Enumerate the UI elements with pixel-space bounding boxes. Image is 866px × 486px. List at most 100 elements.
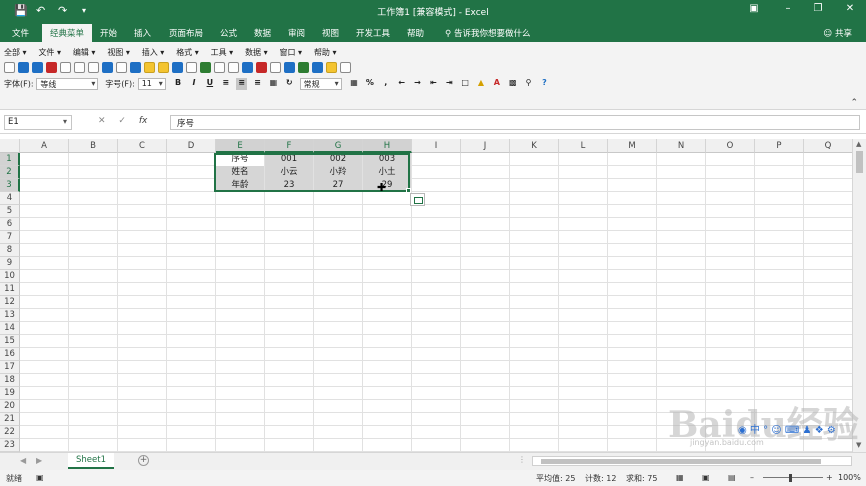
font-name-select[interactable]: 等线 [36,78,99,90]
new-file-icon[interactable] [4,62,15,73]
row-header-18[interactable]: 18 [0,374,20,387]
tell-me-search[interactable]: ⚲ 告诉我你想要做什么 [445,27,530,39]
ime-punctuation-icon[interactable]: ° [763,425,768,436]
menu-format[interactable]: 格式 ▾ [176,48,199,57]
column-header-i[interactable]: I [412,139,461,153]
next-sheet-icon[interactable]: ▶ [36,456,42,465]
function-icon[interactable] [228,62,239,73]
cut-icon[interactable] [116,62,127,73]
horizontal-scrollbar[interactable] [532,456,852,466]
underline-button[interactable]: U [204,78,215,90]
ime-chinese-mode[interactable]: 中 [750,425,760,436]
menu-edit[interactable]: 编辑 ▾ [73,48,96,57]
row-header-17[interactable]: 17 [0,361,20,374]
redo-toolbar-icon[interactable] [186,62,197,73]
column-header-e[interactable]: E [216,139,265,153]
row-header-21[interactable]: 21 [0,413,20,426]
tab-help[interactable]: 帮助 [407,27,424,39]
row-header-4[interactable]: 4 [0,192,20,205]
paste-icon[interactable] [144,62,155,73]
column-header-f[interactable]: F [265,139,314,153]
formula-input[interactable]: 序号 [170,115,860,130]
tab-data[interactable]: 数据 [254,27,271,39]
column-header-j[interactable]: J [461,139,510,153]
tab-review[interactable]: 审阅 [288,27,305,39]
menu-file[interactable]: 文件 ▾ [38,48,61,57]
row-header-23[interactable]: 23 [0,439,20,452]
print-preview-icon[interactable] [88,62,99,73]
tab-insert[interactable]: 插入 [134,27,151,39]
sheet-tab-sheet1[interactable]: Sheet1 [68,453,114,469]
tab-formulas[interactable]: 公式 [220,27,237,39]
merge-center-icon[interactable]: ▦ [268,78,279,90]
tab-view[interactable]: 视图 [322,27,339,39]
align-left-icon[interactable]: ≡ [220,78,231,90]
enter-icon[interactable]: ✓ [118,116,126,126]
column-header-c[interactable]: C [118,139,167,153]
collapse-ribbon-icon[interactable]: ⌃ [850,98,858,108]
hyperlink-icon[interactable] [200,62,211,73]
table-icon[interactable] [312,62,323,73]
row-header-16[interactable]: 16 [0,348,20,361]
shapes-icon[interactable] [326,62,337,73]
ime-logo-icon[interactable]: ◉ [738,425,747,436]
ime-keyboard-icon[interactable]: ⌨ [785,425,799,436]
column-header-a[interactable]: A [20,139,69,153]
increase-indent-icon[interactable]: ⇥ [444,78,455,90]
bold-button[interactable]: B [173,78,184,90]
ime-toolbar[interactable]: ◉ 中 ° ☺ ⌨ ♟ ❖ ⚙ [738,421,836,436]
row-header-19[interactable]: 19 [0,387,20,400]
italic-button[interactable]: I [188,78,199,90]
quick-analysis-button[interactable] [410,193,425,206]
menu-tools[interactable]: 工具 ▾ [211,48,234,57]
save-file-icon[interactable] [32,62,43,73]
vertical-scroll-thumb[interactable] [856,151,863,173]
zoom-slider[interactable] [763,477,823,478]
undo-toolbar-icon[interactable] [172,62,183,73]
macro-record-icon[interactable]: ▣ [36,473,44,482]
find-icon[interactable]: ⚲ [523,78,534,90]
column-header-g[interactable]: G [314,139,363,153]
ime-settings-icon[interactable]: ⚙ [827,425,836,436]
insert-function-button[interactable]: fx [139,116,148,126]
prev-sheet-icon[interactable]: ◀ [20,456,26,465]
add-sheet-button[interactable]: + [138,455,149,466]
normal-view-icon[interactable]: ▦ [676,473,684,482]
menu-insert[interactable]: 插入 ▾ [142,48,165,57]
zoom-slider-knob[interactable] [789,474,792,482]
font-color-icon[interactable]: A [491,78,502,90]
menu-view[interactable]: 视图 ▾ [107,48,130,57]
sort-ascending-icon[interactable] [242,62,253,73]
column-header-b[interactable]: B [69,139,118,153]
ime-user-icon[interactable]: ♟ [803,425,812,436]
share-button[interactable]: ☺ 共享 [823,27,852,39]
row-header-1[interactable]: 1 [0,153,20,166]
tab-home[interactable]: 开始 [100,27,117,39]
filter-icon[interactable] [270,62,281,73]
restore-button[interactable]: ❐ [808,3,828,14]
chart-icon[interactable] [284,62,295,73]
format-painter-icon[interactable] [158,62,169,73]
zoom-level[interactable]: 100% [838,473,861,482]
autosum-icon[interactable] [214,62,225,73]
comma-style-icon[interactable]: , [380,78,391,90]
decrease-indent-icon[interactable]: ⇤ [428,78,439,90]
tab-developer[interactable]: 开发工具 [356,27,390,39]
email-icon[interactable] [60,62,71,73]
select-all-corner[interactable] [0,139,20,153]
menu-all[interactable]: 全部 ▾ [4,48,27,57]
percent-button[interactable]: % [364,78,375,90]
tab-page-layout[interactable]: 页面布局 [169,27,203,39]
menu-data[interactable]: 数据 ▾ [245,48,268,57]
page-layout-view-icon[interactable]: ▣ [702,473,710,482]
tab-classic-menu[interactable]: 经典菜单 [42,24,93,42]
print-icon[interactable] [74,62,85,73]
align-center-icon[interactable]: ≡ [236,78,248,90]
conditional-format-icon[interactable]: ▩ [507,78,518,90]
row-header-10[interactable]: 10 [0,270,20,283]
number-format-select[interactable]: 常规 [299,78,342,90]
help-icon[interactable]: ? [539,78,550,90]
permission-icon[interactable] [46,62,57,73]
copy-icon[interactable] [130,62,141,73]
row-header-8[interactable]: 8 [0,244,20,257]
